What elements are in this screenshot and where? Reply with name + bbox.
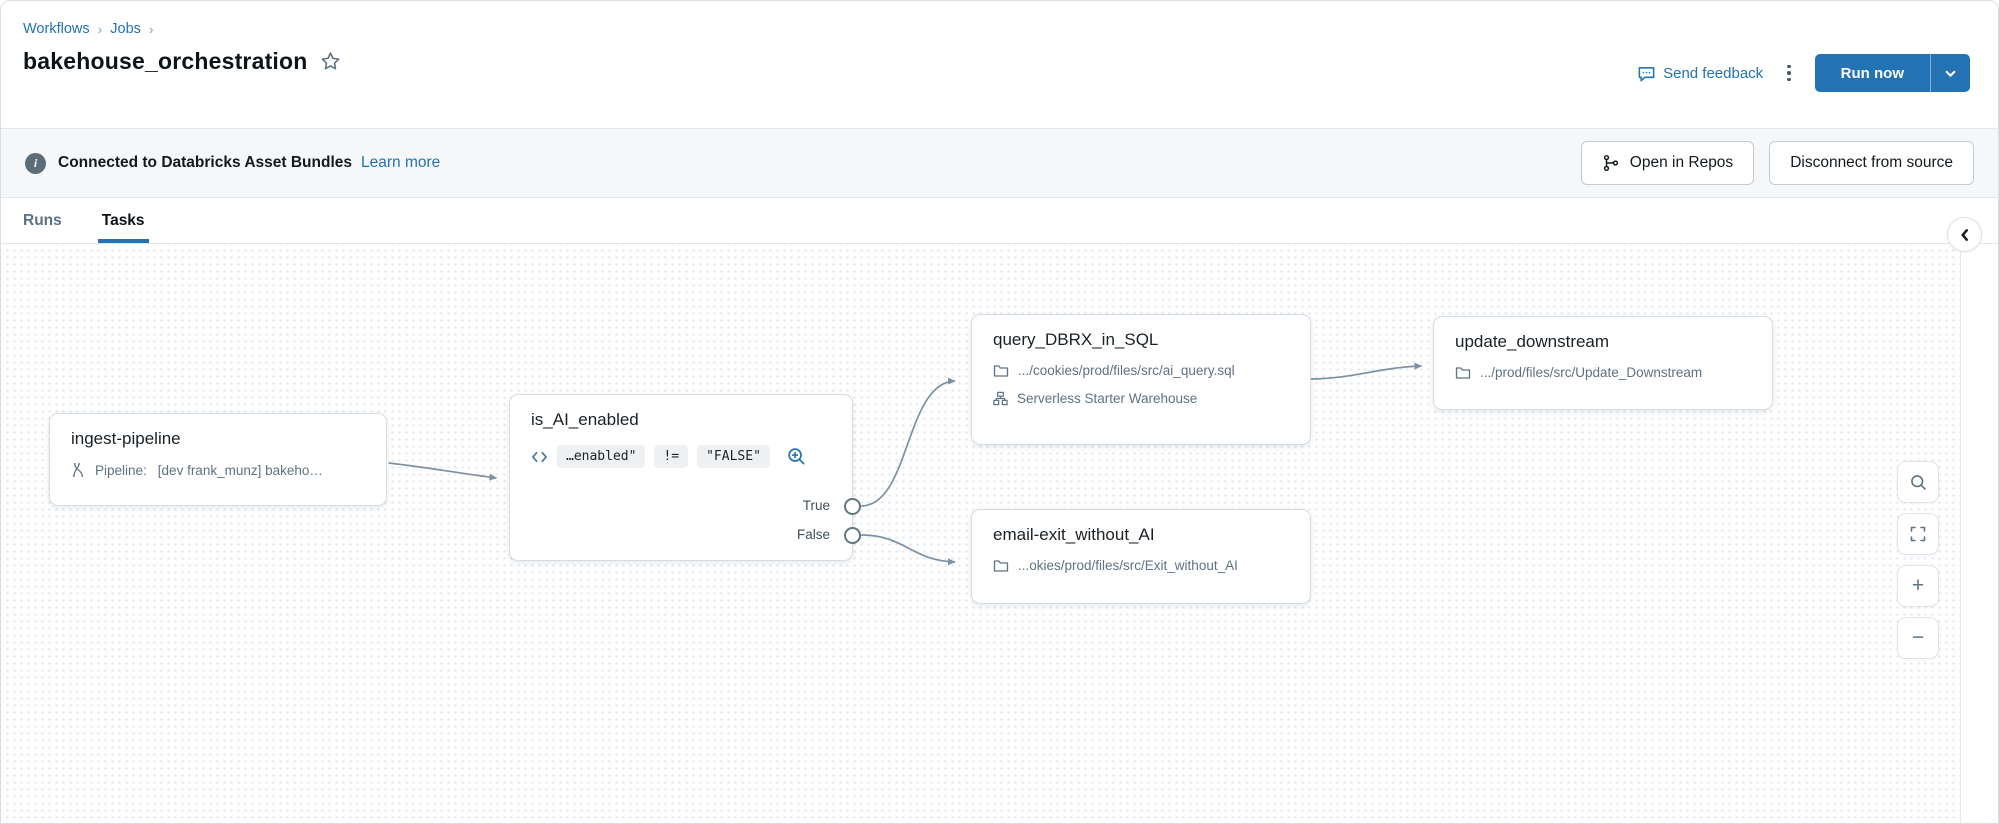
task-warehouse-name: Serverless Starter Warehouse bbox=[1017, 391, 1197, 406]
expand-expression-button[interactable] bbox=[787, 447, 806, 466]
collapse-side-panel-button[interactable] bbox=[1947, 217, 1982, 252]
false-branch-label: False bbox=[797, 527, 830, 542]
collapsed-side-panel bbox=[1960, 244, 1998, 824]
breadcrumb-separator: › bbox=[98, 21, 103, 37]
breadcrumb-jobs-link[interactable]: Jobs bbox=[110, 21, 141, 37]
condition-left-operand: …enabled" bbox=[557, 445, 645, 468]
chevron-down-icon bbox=[1944, 67, 1957, 80]
folder-icon bbox=[1455, 366, 1471, 380]
breadcrumb-separator: › bbox=[149, 21, 154, 37]
canvas-search-button[interactable] bbox=[1897, 461, 1939, 503]
task-node-update-downstream[interactable]: update_downstream .../prod/files/src/Upd… bbox=[1433, 316, 1773, 410]
task-node-query-dbrx-in-sql[interactable]: query_DBRX_in_SQL .../cookies/prod/files… bbox=[971, 314, 1311, 445]
false-output-port[interactable] bbox=[844, 527, 861, 544]
tasks-main: ingest-pipeline Pipeline: [dev frank_mun… bbox=[1, 244, 1998, 824]
breadcrumb-workflows-link[interactable]: Workflows bbox=[23, 21, 90, 37]
job-detail-page: Workflows › Jobs › bakehouse_orchestrati… bbox=[0, 0, 1999, 824]
disconnect-label: Disconnect from source bbox=[1790, 154, 1953, 172]
task-node-ingest-pipeline[interactable]: ingest-pipeline Pipeline: [dev frank_mun… bbox=[49, 413, 387, 506]
minus-icon: − bbox=[1912, 626, 1924, 650]
task-node-is-ai-enabled[interactable]: is_AI_enabled …enabled" != "FALSE" bbox=[509, 394, 853, 561]
run-now-dropdown-button[interactable] bbox=[1930, 54, 1970, 92]
info-icon: i bbox=[25, 153, 46, 174]
send-feedback-label: Send feedback bbox=[1663, 65, 1763, 82]
task-source-path: ...okies/prod/files/src/Exit_without_AI bbox=[1018, 558, 1238, 573]
plus-icon: + bbox=[1912, 574, 1924, 598]
star-icon bbox=[320, 51, 341, 72]
task-dag-canvas[interactable]: ingest-pipeline Pipeline: [dev frank_mun… bbox=[1, 244, 1960, 824]
magnifier-icon bbox=[1910, 474, 1927, 491]
page-title: bakehouse_orchestration bbox=[23, 48, 308, 75]
chevron-left-icon bbox=[1958, 228, 1972, 242]
task-title: email-exit_without_AI bbox=[993, 525, 1289, 545]
task-title: query_DBRX_in_SQL bbox=[993, 330, 1289, 350]
job-tabs: Runs Tasks bbox=[1, 198, 1998, 244]
true-output-port[interactable] bbox=[844, 498, 861, 515]
task-title: update_downstream bbox=[1455, 332, 1751, 352]
task-pipeline-name: [dev frank_munz] bakeho… bbox=[158, 463, 323, 478]
run-now-button[interactable]: Run now bbox=[1815, 54, 1930, 92]
open-in-repos-label: Open in Repos bbox=[1630, 154, 1733, 172]
git-branch-icon bbox=[1602, 154, 1620, 172]
task-title: ingest-pipeline bbox=[71, 429, 365, 449]
magnifier-plus-icon bbox=[787, 447, 806, 466]
feedback-bubble-icon bbox=[1637, 64, 1656, 83]
true-branch-label: True bbox=[803, 498, 830, 513]
pipeline-icon bbox=[71, 462, 86, 478]
task-type-label: Pipeline: bbox=[95, 463, 147, 478]
breadcrumb: Workflows › Jobs › bbox=[23, 21, 1998, 37]
folder-icon bbox=[993, 364, 1009, 378]
folder-icon bbox=[993, 559, 1009, 573]
task-node-email-exit-without-ai[interactable]: email-exit_without_AI ...okies/prod/file… bbox=[971, 509, 1311, 604]
task-title: is_AI_enabled bbox=[531, 410, 831, 430]
code-brackets-icon bbox=[531, 450, 548, 464]
condition-operator: != bbox=[654, 445, 688, 468]
condition-right-operand: "FALSE" bbox=[697, 445, 770, 468]
header-actions: Send feedback Run now bbox=[1637, 53, 1970, 93]
task-source-path: .../prod/files/src/Update_Downstream bbox=[1480, 365, 1702, 380]
more-actions-button[interactable] bbox=[1779, 59, 1799, 88]
tab-tasks[interactable]: Tasks bbox=[102, 198, 145, 243]
tab-runs[interactable]: Runs bbox=[23, 198, 62, 243]
canvas-zoom-in-button[interactable]: + bbox=[1897, 565, 1939, 607]
disconnect-from-source-button[interactable]: Disconnect from source bbox=[1769, 141, 1974, 185]
task-source-path: .../cookies/prod/files/src/ai_query.sql bbox=[1018, 363, 1235, 378]
learn-more-link[interactable]: Learn more bbox=[361, 154, 440, 172]
page-header: Workflows › Jobs › bakehouse_orchestrati… bbox=[1, 1, 1998, 128]
favorite-button[interactable] bbox=[320, 51, 341, 72]
fullscreen-icon bbox=[1910, 526, 1926, 542]
sql-warehouse-icon bbox=[993, 391, 1008, 406]
banner-message: Connected to Databricks Asset Bundles bbox=[58, 154, 352, 172]
canvas-fit-view-button[interactable] bbox=[1897, 513, 1939, 555]
canvas-zoom-out-button[interactable]: − bbox=[1897, 617, 1939, 659]
send-feedback-link[interactable]: Send feedback bbox=[1637, 64, 1763, 83]
banner-actions: Open in Repos Disconnect from source bbox=[1581, 141, 1974, 185]
run-now-split-button: Run now bbox=[1815, 54, 1970, 92]
open-in-repos-button[interactable]: Open in Repos bbox=[1581, 141, 1754, 185]
asset-bundles-banner: i Connected to Databricks Asset Bundles … bbox=[1, 128, 1998, 198]
